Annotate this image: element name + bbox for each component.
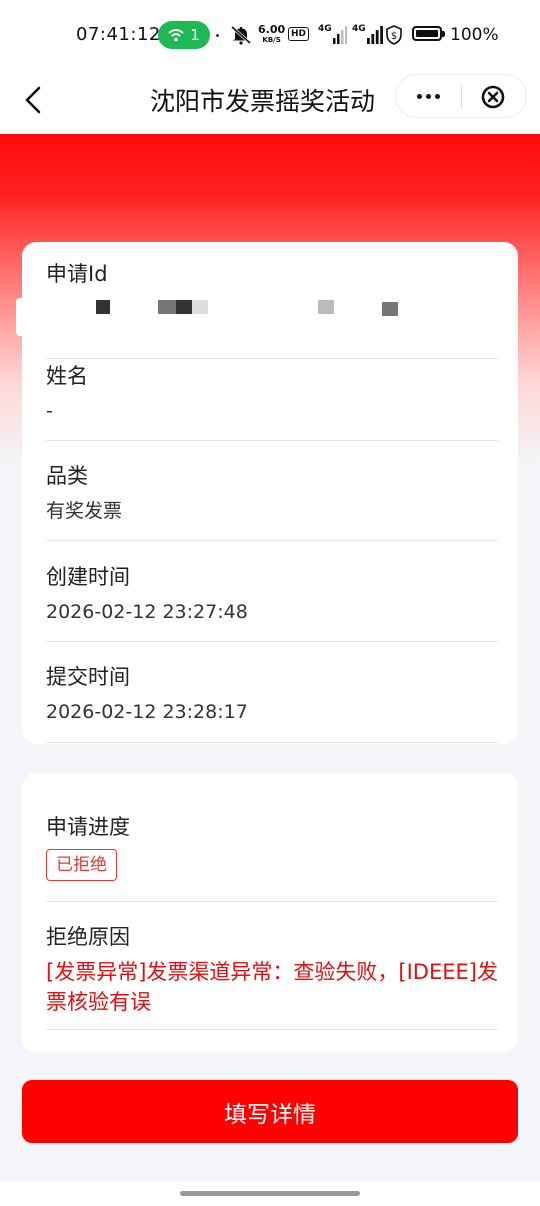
created-time-value: 2026-02-12 23:27:48 <box>46 601 248 623</box>
details-card: 申请Id 姓名 - 品类 有奖发票 创建时间 2026-02-12 23:27:… <box>22 242 518 744</box>
divider <box>46 742 498 743</box>
divider <box>46 540 498 541</box>
page-title: 沈阳市发票摇奖活动 <box>150 87 376 116</box>
redaction-block <box>158 300 176 314</box>
net-speed-unit: KB/S <box>262 36 281 44</box>
shield-icon: $ <box>385 24 403 46</box>
progress-card: 申请进度 已拒绝 拒绝原因 [发票异常]发票渠道异常：查验失败，[IDEEE]发… <box>22 773 518 1052</box>
redaction-block <box>382 302 398 316</box>
wifi-count: 1 <box>190 26 200 44</box>
wifi-icon <box>168 29 184 42</box>
more-dot-icon <box>434 93 440 99</box>
signal-icon-2: 4G <box>352 24 383 46</box>
divider <box>46 901 498 902</box>
category-value: 有奖发票 <box>46 500 123 522</box>
application-id-value-redacted <box>46 296 498 322</box>
category-label: 品类 <box>46 464 88 488</box>
net-speed: 6.00 KB/S <box>258 23 286 45</box>
divider <box>46 358 498 359</box>
status-time: 07:41:12 <box>76 24 161 45</box>
close-button[interactable] <box>480 84 506 110</box>
reject-reason-label: 拒绝原因 <box>46 925 130 949</box>
status-dot <box>216 34 219 37</box>
status-badge: 已拒绝 <box>46 849 117 881</box>
wifi-hotspot-pill: 1 <box>158 21 210 49</box>
fill-details-button[interactable]: 填写详情 <box>22 1080 518 1143</box>
redaction-block <box>96 300 110 314</box>
redaction-block <box>318 300 334 314</box>
capsule-divider <box>461 85 462 109</box>
application-id-label: 申请Id <box>46 262 108 286</box>
created-time-field: 创建时间 2026-02-12 23:27:48 <box>46 563 498 642</box>
more-button[interactable] <box>408 81 448 111</box>
signal-icon-1: 4G <box>318 24 347 46</box>
progress-label: 申请进度 <box>46 815 130 839</box>
nav-bar: 沈阳市发票摇奖活动 <box>0 68 540 134</box>
miniprogram-capsule <box>395 74 527 118</box>
net-speed-value: 6.00 <box>258 23 286 36</box>
divider <box>46 1029 498 1030</box>
more-dot-icon <box>425 93 431 99</box>
progress-field: 申请进度 已拒绝 <box>46 813 498 902</box>
reject-reason-value: [发票异常]发票渠道异常：查验失败，[IDEEE]发票核验有误 <box>46 960 498 1014</box>
network-type-2: 4G <box>352 24 366 34</box>
submitted-time-label: 提交时间 <box>46 665 130 689</box>
battery-icon <box>412 26 445 41</box>
submitted-time-value: 2026-02-12 23:28:17 <box>46 701 248 723</box>
more-dot-icon <box>416 93 422 99</box>
svg-text:$: $ <box>391 31 397 42</box>
mute-icon <box>230 24 252 46</box>
battery-percent: 100% <box>450 25 499 45</box>
divider <box>46 440 498 441</box>
created-time-label: 创建时间 <box>46 565 130 589</box>
redaction-block <box>192 300 208 314</box>
name-label: 姓名 <box>46 364 88 388</box>
application-id-field: 申请Id <box>46 260 498 359</box>
reject-reason-field: 拒绝原因 [发票异常]发票渠道异常：查验失败，[IDEEE]发票核验有误 <box>46 923 498 1030</box>
divider <box>46 641 498 642</box>
chevron-left-icon <box>25 86 41 114</box>
redaction-block <box>176 300 192 314</box>
submitted-time-field: 提交时间 2026-02-12 23:28:17 <box>46 663 498 743</box>
close-circle-icon <box>481 85 505 109</box>
status-bar: 07:41:12 1 6.00 KB/S HD 4G 4G $ 100% <box>0 0 540 68</box>
name-field: 姓名 - <box>46 362 498 441</box>
home-indicator[interactable] <box>180 1191 360 1196</box>
network-type-1: 4G <box>318 24 332 34</box>
back-button[interactable] <box>18 82 48 118</box>
name-value: - <box>46 400 53 422</box>
category-field: 品类 有奖发票 <box>46 462 498 541</box>
hd-badge: HD <box>288 27 310 41</box>
